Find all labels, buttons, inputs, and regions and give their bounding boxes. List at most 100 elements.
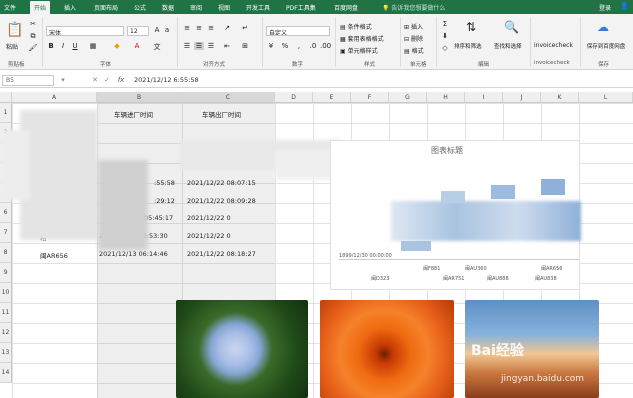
name-box[interactable]: B5	[2, 75, 54, 86]
align-center-icon[interactable]: ☰	[194, 42, 204, 50]
cell-style-button[interactable]: ▣ 单元格样式	[340, 46, 378, 55]
tab-file[interactable]: 文件	[4, 3, 16, 12]
format-cells-button[interactable]: ▤ 格式	[404, 46, 424, 55]
col-header-d[interactable]: D	[275, 92, 313, 103]
row-header-8[interactable]: 8	[0, 243, 12, 263]
tab-baidu-netdisk[interactable]: 百度网盘	[334, 3, 358, 12]
row-header-11[interactable]: 11	[0, 303, 12, 323]
tab-developer[interactable]: 开发工具	[246, 3, 270, 12]
col-header-c[interactable]: C	[182, 92, 275, 103]
row-header-14[interactable]: 14	[0, 363, 12, 383]
col-header-f[interactable]: F	[351, 92, 389, 103]
formula-input[interactable]: 2021/12/12 6:55:58	[134, 76, 199, 84]
cell-c8[interactable]: 2021/12/22 0	[187, 232, 231, 240]
tab-formulas[interactable]: 公式	[134, 3, 146, 12]
grow-font-icon[interactable]: A	[152, 26, 162, 34]
wrap-text-icon[interactable]: ↵	[240, 24, 250, 32]
paste-button[interactable]: 粘贴	[6, 42, 18, 51]
delete-cells-button[interactable]: ⊟ 删除	[404, 34, 423, 43]
col-header-g[interactable]: G	[389, 92, 427, 103]
col-header-a[interactable]: A	[12, 92, 97, 103]
row-header-13[interactable]: 13	[0, 343, 12, 363]
insert-function-icon[interactable]: fx	[116, 76, 126, 84]
confirm-entry-icon[interactable]: ✓	[102, 76, 112, 84]
col-header-b[interactable]: B	[97, 92, 182, 103]
dahlia-photo[interactable]	[320, 300, 454, 398]
comma-icon[interactable]: ,	[294, 42, 304, 50]
bold-icon[interactable]: B	[46, 42, 56, 50]
tab-insert[interactable]: 插入	[64, 3, 76, 12]
indent-icon[interactable]: ⇤	[222, 42, 232, 50]
cell-b7[interactable]: 05:45:17	[144, 214, 173, 222]
fill-icon[interactable]: ⬇	[440, 32, 450, 40]
cell-a9[interactable]: 闽AR656	[40, 250, 68, 260]
align-middle-icon[interactable]: ≡	[194, 24, 204, 32]
cancel-entry-icon[interactable]: ✕	[90, 76, 100, 84]
table-format-button[interactable]: ▦ 套用表格格式	[340, 34, 384, 43]
increase-decimal-icon[interactable]: .0	[308, 42, 318, 50]
shrink-font-icon[interactable]: a	[162, 26, 172, 34]
autosum-icon[interactable]: Σ	[440, 20, 450, 28]
tab-home[interactable]: 开始	[30, 1, 51, 14]
tab-page-layout[interactable]: 页面布局	[94, 3, 118, 12]
italic-icon[interactable]: I	[58, 42, 68, 50]
underline-icon[interactable]: U	[70, 42, 80, 50]
desert-photo[interactable]: Bai经验 jingyan.baidu.com	[465, 300, 599, 398]
col-header-e[interactable]: E	[313, 92, 351, 103]
orientation-icon[interactable]: ↗	[222, 24, 232, 32]
tab-review[interactable]: 审阅	[190, 3, 202, 12]
tab-view[interactable]: 视图	[218, 3, 230, 12]
phonetic-icon[interactable]: 文	[152, 42, 162, 52]
font-size-select[interactable]: 12	[127, 26, 149, 36]
clear-icon[interactable]: ◇	[440, 44, 450, 52]
tab-data[interactable]: 数据	[162, 3, 174, 12]
fill-color-icon[interactable]: ◆	[112, 42, 122, 50]
cell-b6[interactable]: :29:12	[154, 197, 175, 205]
font-color-icon[interactable]: A	[132, 42, 142, 50]
border-icon[interactable]: ▦	[88, 42, 98, 50]
col-header-h[interactable]: H	[427, 92, 465, 103]
baidu-netdisk-icon[interactable]: ☁	[596, 20, 610, 34]
row-header-12[interactable]: 12	[0, 323, 12, 343]
percent-icon[interactable]: %	[280, 42, 290, 50]
cell-c7[interactable]: 2021/12/22 0	[187, 214, 231, 222]
select-all-corner[interactable]	[0, 92, 12, 103]
paste-icon[interactable]: 📋	[6, 22, 23, 38]
share-icon[interactable]: 👤	[620, 2, 629, 10]
tab-pdf[interactable]: PDF工具集	[286, 3, 316, 12]
cell-c6[interactable]: 2021/12/22 08:09:28	[187, 197, 256, 205]
cell-b1[interactable]: 车辆进厂时间	[114, 109, 153, 119]
hydrangea-photo[interactable]	[176, 300, 308, 398]
insert-cells-button[interactable]: ⊞ 插入	[404, 22, 423, 31]
row-header-7[interactable]: 7	[0, 223, 12, 243]
chart-title[interactable]: 图表标题	[431, 145, 463, 156]
currency-icon[interactable]: ¥	[266, 42, 276, 50]
chart[interactable]: 图表标题 1899/12/30 00:00:00 闽F881 闽AU360 闽A…	[330, 140, 581, 290]
conditional-format-button[interactable]: ▤ 条件格式	[340, 22, 372, 31]
cell-c9[interactable]: 2021/12/22 08:18:27	[187, 250, 256, 258]
align-right-icon[interactable]: ☰	[206, 42, 216, 50]
font-name-select[interactable]: 宋体	[46, 26, 124, 36]
save-to-baidu-button[interactable]: 保存到百度网盘	[584, 42, 628, 50]
copy-icon[interactable]: ⧉	[28, 32, 38, 41]
row-header-1[interactable]: 1	[0, 103, 12, 123]
align-top-icon[interactable]: ≡	[182, 24, 192, 32]
merge-center-icon[interactable]: ⊞	[240, 42, 250, 50]
cell-c1[interactable]: 车辆出厂时间	[202, 109, 241, 119]
sort-filter-icon[interactable]: ⇅	[464, 20, 478, 34]
invoicecheck-button[interactable]: invoicecheck	[534, 42, 573, 49]
cut-icon[interactable]: ✂	[28, 20, 38, 28]
col-header-k[interactable]: K	[541, 92, 579, 103]
format-painter-icon[interactable]: 🖌	[28, 44, 38, 52]
name-box-dropdown-icon[interactable]: ▾	[58, 76, 68, 84]
find-select-button[interactable]: 查找和选择	[494, 42, 522, 50]
col-header-j[interactable]: J	[503, 92, 541, 103]
find-select-icon[interactable]: 🔍	[504, 20, 519, 34]
row-header-10[interactable]: 10	[0, 283, 12, 303]
col-header-l[interactable]: L	[579, 92, 633, 103]
cell-c5[interactable]: 2021/12/22 08:07:15	[187, 179, 256, 187]
number-format-select[interactable]: 自定义	[266, 26, 330, 36]
tell-me-box[interactable]: 💡 告诉我您想要做什么	[382, 3, 445, 12]
row-header-6[interactable]: 6	[0, 203, 12, 223]
col-header-i[interactable]: I	[465, 92, 503, 103]
